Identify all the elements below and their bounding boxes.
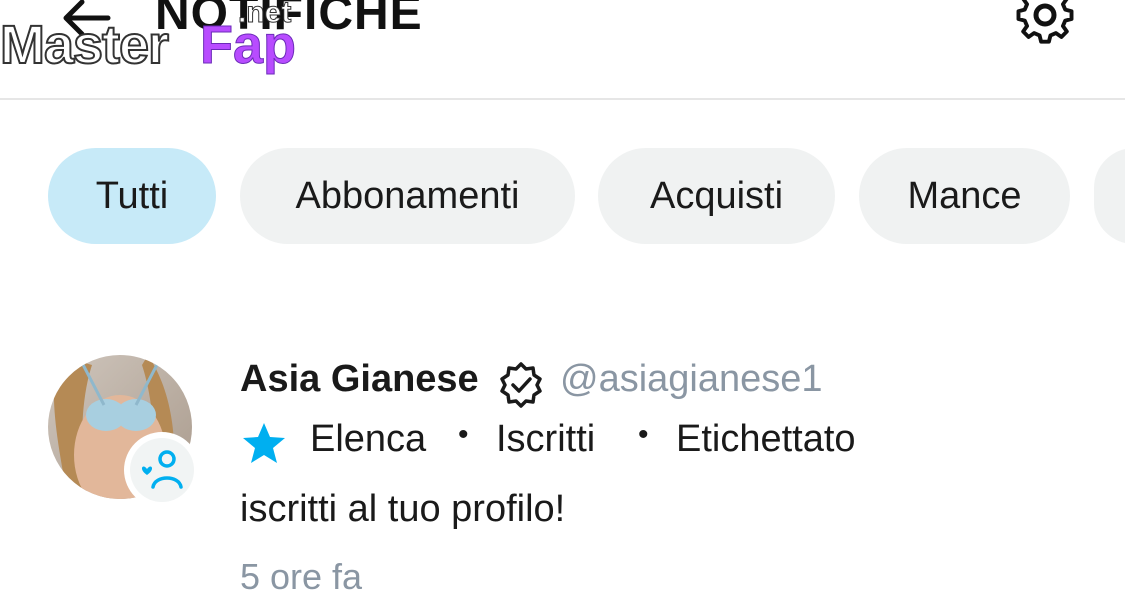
notification-time: 5 ore fa <box>240 556 363 597</box>
top-bar: NOTIFICHE <box>0 0 1125 100</box>
separator-dot: • <box>458 418 469 451</box>
meta-iscritti[interactable]: Iscritti <box>496 418 595 461</box>
gear-icon <box>1016 0 1074 44</box>
tab-next-partial[interactable] <box>1094 148 1125 244</box>
verified-badge-icon <box>500 362 542 408</box>
user-handle[interactable]: @asiagianese1 <box>560 358 823 401</box>
meta-etichettato[interactable]: Etichettato <box>676 418 856 461</box>
tab-abbonamenti[interactable]: Abbonamenti <box>240 148 575 244</box>
tab-acquisti[interactable]: Acquisti <box>598 148 835 244</box>
notification-message: iscritti al tuo profilo! <box>240 488 566 530</box>
watermark-text-master: Master <box>0 14 170 76</box>
tab-mance[interactable]: Mance <box>859 148 1070 244</box>
settings-button[interactable] <box>1010 0 1080 50</box>
separator-dot: • <box>638 418 649 451</box>
notification-item[interactable]: Asia Gianese @asiagianese1 Elenca • Iscr… <box>0 340 1125 597</box>
star-icon <box>243 423 285 463</box>
avatar-badge <box>124 432 200 508</box>
meta-elenca[interactable]: Elenca <box>310 418 426 461</box>
tab-tutti[interactable]: Tutti <box>48 148 216 244</box>
filter-tabs: Tutti Abbonamenti Acquisti Mance <box>0 148 1125 244</box>
user-name[interactable]: Asia Gianese <box>240 358 479 401</box>
user-heart-icon <box>141 450 183 489</box>
watermark-text-net: .net <box>237 0 292 30</box>
